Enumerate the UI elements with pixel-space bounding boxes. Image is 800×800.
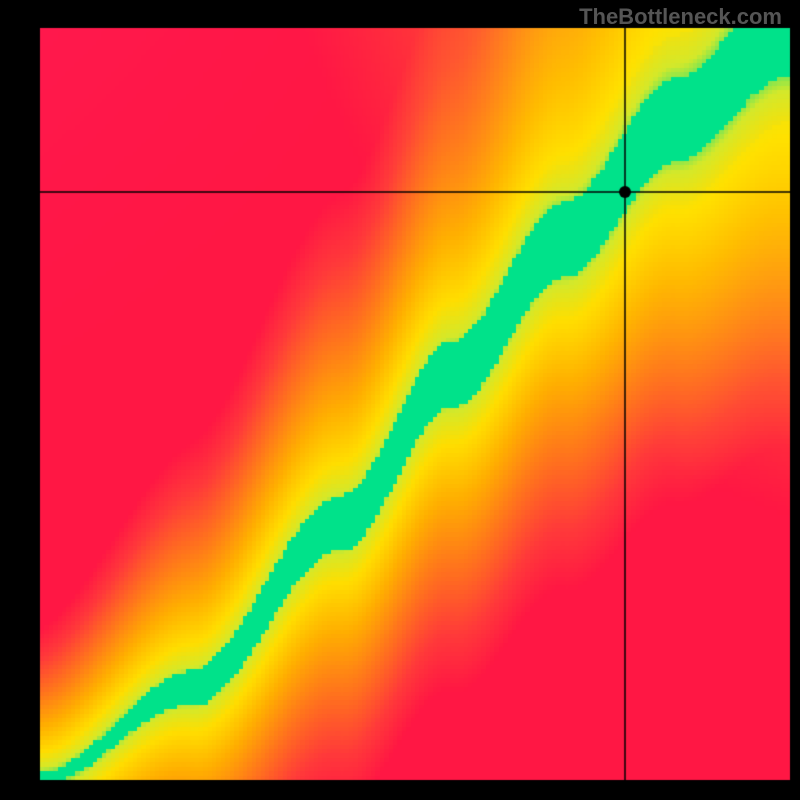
heatmap-canvas <box>0 0 800 800</box>
watermark-text: TheBottleneck.com <box>579 4 782 30</box>
chart-container: TheBottleneck.com <box>0 0 800 800</box>
